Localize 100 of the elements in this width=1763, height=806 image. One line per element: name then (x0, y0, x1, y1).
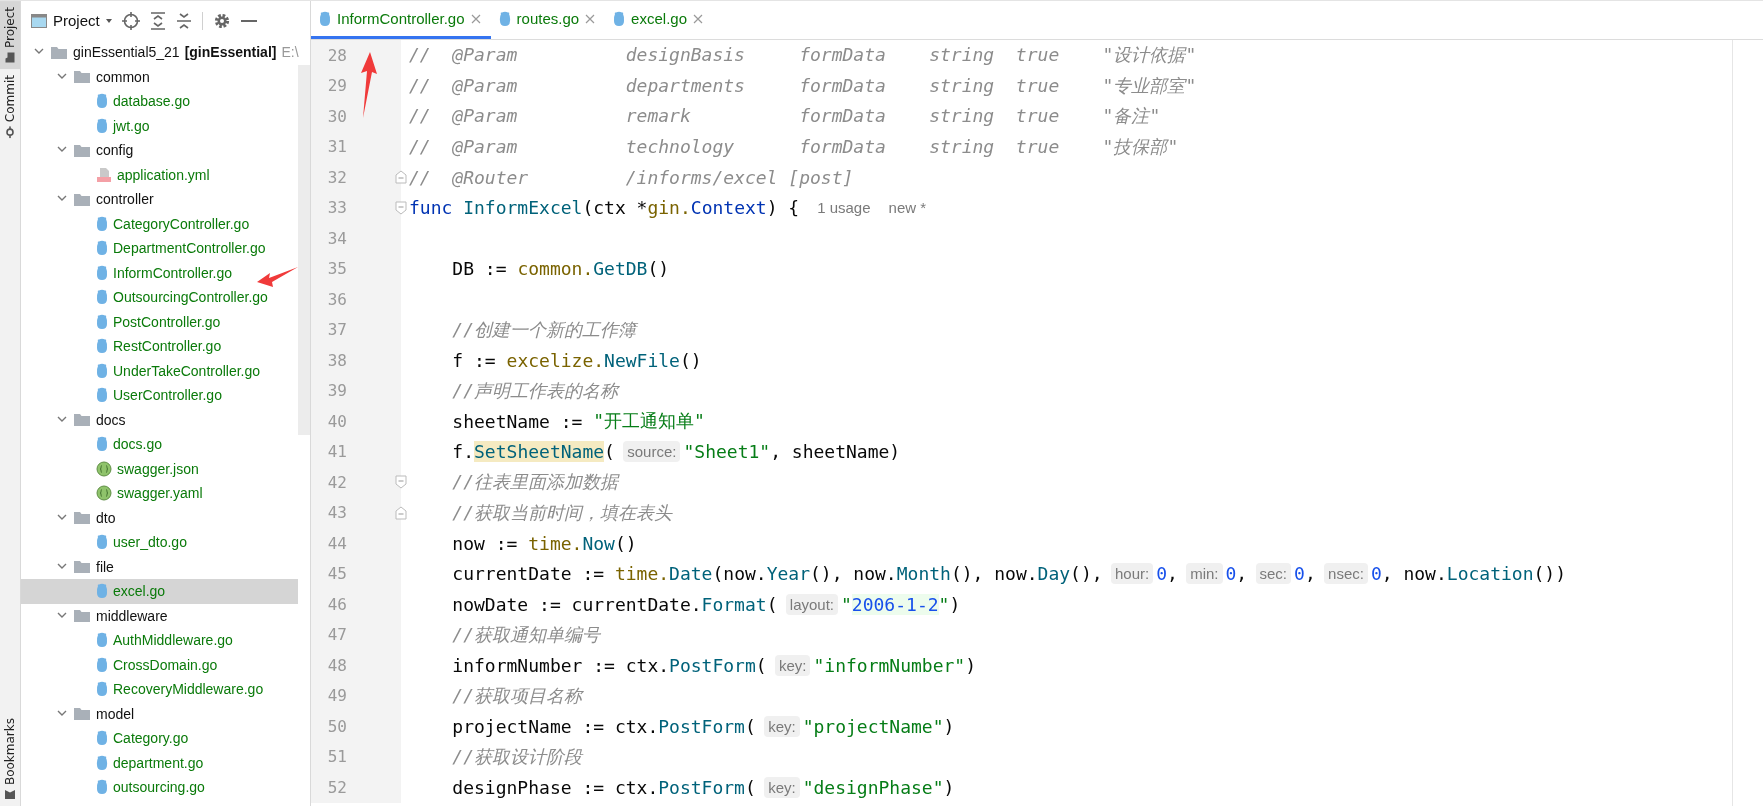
tool-window-tab[interactable]: Commit (0, 69, 20, 145)
code-line: //创建一个新的工作簿 (451, 317, 637, 342)
folder-icon (50, 44, 68, 60)
minimize-icon[interactable] (240, 18, 257, 23)
go-file-icon (96, 215, 108, 232)
go-file-icon (96, 338, 108, 355)
parameter-hint: hour: (1110, 563, 1154, 585)
fold-icon[interactable] (395, 505, 407, 520)
go-file-icon (96, 583, 108, 600)
settings-icon[interactable] (212, 11, 231, 30)
code-line: // @Router /informs/excel [post] (408, 165, 854, 190)
tree-row[interactable]: department.go (21, 750, 298, 775)
line-number: 38 (326, 350, 347, 370)
parameter-hint: key: (774, 654, 811, 676)
folder-row[interactable]: docs (21, 407, 298, 432)
code-line: designPhase := ctx.PostForm( key: "designPhase") (451, 775, 955, 800)
tree-row[interactable]: RestController.go (21, 334, 298, 359)
swagger-icon (96, 460, 112, 477)
go-file-icon (96, 632, 108, 649)
folder-row[interactable]: config (21, 138, 298, 163)
tree-row[interactable]: AuthMiddleware.go (21, 628, 298, 653)
tool-window-tab[interactable]: Project (0, 1, 20, 70)
parameter-hint: key: (764, 715, 800, 737)
line-number: 31 (326, 137, 347, 157)
parameter-hint: layout: (785, 593, 838, 615)
folder-row[interactable]: dto (21, 505, 298, 530)
tree-row[interactable]: Category.go (21, 726, 298, 751)
tree-row[interactable]: jwt.go (21, 113, 298, 138)
fold-icon[interactable] (395, 170, 407, 185)
go-file-icon (96, 387, 108, 404)
folder-row[interactable]: model (21, 701, 298, 726)
tree-row[interactable]: database.go (21, 89, 298, 114)
line-number: 39 (326, 381, 347, 401)
editor-tab[interactable]: routes.go (490, 1, 606, 39)
line-number: 43 (326, 503, 347, 523)
tree-row[interactable]: swagger.yaml (21, 481, 298, 506)
tree-row[interactable]: RecoveryMiddleware.go (21, 677, 298, 702)
code-vision-hint[interactable]: new * (888, 199, 927, 217)
line-number: 46 (326, 594, 347, 614)
code-line: currentDate := time.Date(now.Year(), now.Month(), now.Day(), hour: 0, min: 0, sec: 0, nsec: 0, now.Location()) (451, 562, 1566, 587)
tree-row[interactable]: user_dto.go (21, 530, 298, 555)
editor-tab[interactable]: excel.go (605, 1, 713, 39)
line-number: 34 (326, 228, 347, 248)
tree-row[interactable]: UnderTakeController.go (21, 358, 298, 383)
fold-icon[interactable] (395, 475, 407, 490)
close-icon[interactable] (585, 13, 596, 24)
tree-row[interactable]: InformController.go (21, 260, 298, 285)
line-number: 29 (326, 76, 347, 96)
parameter-hint: key: (764, 776, 800, 798)
go-file-icon (96, 313, 108, 330)
collapse-all-icon[interactable] (175, 11, 192, 30)
tool-window-tab[interactable]: Bookmarks (0, 711, 20, 806)
code-line: now := time.Now() (451, 531, 637, 556)
folder-row[interactable]: file (21, 554, 298, 579)
window-icon (31, 13, 47, 28)
tree-row[interactable]: PostController.go (21, 309, 298, 334)
tree-row[interactable]: CrossDomain.go (21, 652, 298, 677)
tree-row[interactable]: OutsourcingController.go (21, 285, 298, 310)
scrollbar-thumb[interactable] (298, 65, 310, 435)
folder-row[interactable]: common (21, 64, 298, 89)
go-file-icon (96, 264, 108, 281)
line-number: 48 (326, 655, 347, 675)
project-view-dropdown[interactable]: Project (31, 12, 112, 29)
chevron-icon (56, 611, 68, 620)
tree-row[interactable]: swagger.json (21, 456, 298, 481)
chevron-icon (56, 709, 68, 718)
code-line: //获取项目名称 (451, 683, 583, 708)
tree-row[interactable]: outsourcing.go (21, 775, 298, 800)
tree-row[interactable]: excel.go (21, 579, 298, 604)
parameter-hint: sec: (1255, 563, 1292, 585)
folder-icon (73, 412, 91, 428)
tree-row[interactable]: docs.go (21, 432, 298, 457)
code-line: //声明工作表的名称 (451, 378, 619, 403)
go-file-icon (613, 10, 626, 27)
chevron-icon (56, 72, 68, 81)
folder-row[interactable]: middleware (21, 603, 298, 628)
code-line: //获取设计阶段 (451, 744, 583, 769)
fold-icon[interactable] (395, 200, 407, 215)
tree-row[interactable]: UserController.go (21, 383, 298, 408)
commit-icon (4, 126, 16, 139)
folder-row[interactable]: controller (21, 187, 298, 212)
close-icon[interactable] (693, 13, 703, 24)
chevron-icon (56, 513, 68, 522)
locate-icon[interactable] (121, 11, 140, 30)
close-icon[interactable] (470, 13, 481, 24)
tree-row[interactable]: application.yml (21, 162, 298, 187)
line-number: 35 (326, 259, 347, 279)
line-number: 50 (326, 716, 347, 736)
folder-row[interactable]: ginEssential5_21 [ginEssential] E:\ (21, 40, 310, 65)
yaml-file-icon (96, 166, 112, 183)
parameter-hint: min: (1186, 563, 1223, 585)
code-line: // @Param remark formData string true "备注" (408, 104, 1161, 129)
expand-all-icon[interactable] (149, 11, 166, 30)
line-number: 47 (326, 625, 347, 645)
code-line: f := excelize.NewFile() (451, 348, 702, 373)
go-file-icon (498, 10, 511, 27)
tree-row[interactable]: CategoryController.go (21, 211, 298, 236)
code-vision-hint[interactable]: 1 usage (817, 199, 871, 217)
go-file-icon (96, 534, 108, 551)
tree-row[interactable]: DepartmentController.go (21, 236, 298, 261)
